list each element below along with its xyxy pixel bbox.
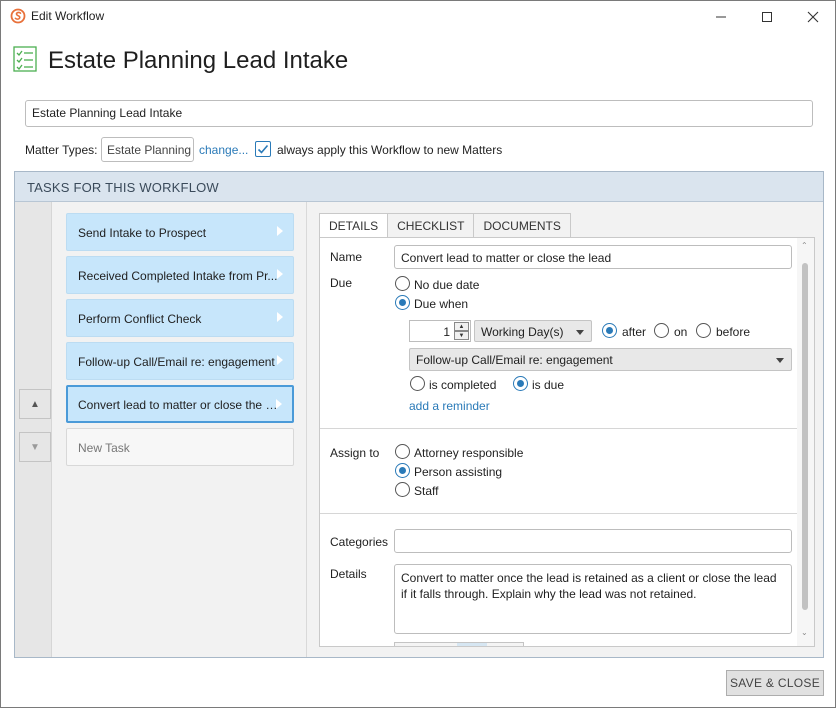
chevron-right-icon — [277, 226, 283, 236]
person-assisting-label: Person assisting — [414, 465, 503, 479]
close-icon — [807, 11, 819, 22]
matter-types-field: Estate Planning — [101, 137, 194, 162]
task-item[interactable]: Send Intake to Prospect — [66, 213, 294, 251]
reference-task-select[interactable]: Follow-up Call/Email re: engagement — [409, 348, 792, 371]
edit-workflow-window: Edit Workflow Estate Planning Lead Intak… — [0, 0, 836, 708]
chevron-right-icon — [276, 399, 282, 409]
checkmark-icon — [257, 144, 269, 154]
maximize-icon — [762, 11, 772, 22]
minimize-button[interactable] — [698, 1, 744, 32]
new-task-button[interactable]: New Task — [66, 428, 294, 466]
details-form: Name Convert lead to matter or close the… — [319, 237, 815, 647]
staff-label: Staff — [414, 484, 439, 498]
tab-documents[interactable]: DOCUMENTS — [473, 213, 571, 238]
after-radio[interactable] — [602, 323, 617, 338]
chevron-down-icon — [576, 330, 584, 335]
save-and-close-button[interactable]: SAVE & CLOSE — [726, 670, 824, 696]
on-radio[interactable] — [654, 323, 669, 338]
offset-value: 1 — [443, 325, 450, 339]
detail-tabs: DETAILS CHECKLIST DOCUMENTS — [319, 213, 571, 238]
details-label: Details — [330, 567, 367, 581]
details-textarea[interactable]: Convert to matter once the lead is retai… — [394, 564, 792, 634]
no-due-date-radio[interactable] — [395, 276, 410, 291]
section-divider — [320, 428, 798, 429]
window-title: Edit Workflow — [31, 9, 105, 23]
chevron-right-icon — [277, 269, 283, 279]
task-item[interactable]: Received Completed Intake from Pr... — [66, 256, 294, 294]
stepper-up-icon[interactable]: ▲ — [454, 322, 469, 331]
app-logo-icon — [10, 8, 26, 24]
maximize-button[interactable] — [744, 1, 790, 32]
before-label: before — [716, 325, 751, 339]
due-when-radio[interactable] — [395, 295, 410, 310]
staff-radio[interactable] — [395, 482, 410, 497]
task-label: Send Intake to Prospect — [78, 226, 207, 240]
categories-label: Categories — [330, 535, 389, 549]
scroll-down-icon[interactable]: ⌄ — [801, 628, 808, 637]
new-task-label: New Task — [78, 441, 130, 455]
triangle-up-icon: ▲ — [30, 398, 40, 410]
stepper-down-icon[interactable]: ▼ — [454, 331, 469, 340]
on-label: on — [674, 325, 688, 339]
person-assisting-radio[interactable] — [395, 463, 410, 478]
section-divider — [320, 513, 798, 514]
details-scrollbar[interactable]: ⌃ ⌄ — [797, 238, 814, 646]
time-unit-select[interactable]: Working Day(s) — [474, 320, 592, 342]
move-task-up-button[interactable]: ▲ — [19, 389, 51, 419]
always-apply-checkbox[interactable] — [255, 141, 271, 157]
is-due-label: is due — [532, 378, 565, 392]
close-button[interactable] — [790, 1, 836, 32]
reorder-column: ▲ ▼ — [15, 202, 52, 657]
tab-checklist[interactable]: CHECKLIST — [387, 213, 475, 238]
assign-to-label: Assign to — [330, 446, 380, 460]
tab-details[interactable]: DETAILS — [319, 213, 389, 238]
time-unit-value: Working Day(s) — [481, 325, 564, 339]
move-task-down-button[interactable]: ▼ — [19, 432, 51, 462]
before-radio[interactable] — [696, 323, 711, 338]
change-matter-types-link[interactable]: change... — [199, 143, 248, 157]
chevron-right-icon — [277, 312, 283, 322]
task-item[interactable]: Follow-up Call/Email re: engagement — [66, 342, 294, 380]
page-title: Estate Planning Lead Intake — [48, 47, 349, 74]
task-label: Perform Conflict Check — [78, 312, 202, 326]
name-label: Name — [330, 250, 363, 264]
after-label: after — [622, 325, 647, 339]
due-label: Due — [330, 276, 353, 290]
chevron-right-icon — [277, 355, 283, 365]
reference-task-value: Follow-up Call/Email re: engagement — [416, 353, 613, 367]
scroll-up-icon[interactable]: ⌃ — [801, 241, 808, 250]
due-when-label: Due when — [414, 297, 469, 311]
task-detail-area: DETAILS CHECKLIST DOCUMENTS Name Convert… — [306, 202, 823, 657]
always-apply-label: always apply this Workflow to new Matter… — [277, 143, 503, 157]
attorney-responsible-label: Attorney responsible — [414, 446, 524, 460]
matter-types-label: Matter Types: — [25, 143, 98, 157]
categories-input[interactable] — [394, 529, 792, 553]
tasks-header: TASKS FOR THIS WORKFLOW — [15, 172, 823, 202]
is-completed-label: is completed — [429, 378, 497, 392]
minimize-icon — [716, 16, 726, 17]
is-due-radio[interactable] — [513, 376, 528, 391]
no-due-date-label: No due date — [414, 278, 480, 292]
task-label: Follow-up Call/Email re: engagement — [78, 355, 275, 369]
task-list-area: ▲ ▼ Send Intake to Prospect Received Com… — [15, 202, 306, 657]
task-label: Received Completed Intake from Pr... — [78, 269, 278, 283]
title-bar: Edit Workflow — [1, 1, 835, 32]
attorney-responsible-radio[interactable] — [395, 444, 410, 459]
partial-toolbar — [394, 642, 524, 646]
tasks-panel: TASKS FOR THIS WORKFLOW ▲ ▼ Send Intake … — [14, 171, 824, 658]
checklist-icon — [13, 46, 37, 72]
task-name-input[interactable]: Convert lead to matter or close the lead — [394, 245, 792, 269]
triangle-down-icon: ▼ — [30, 441, 40, 453]
chevron-down-icon — [776, 358, 784, 363]
workflow-name-input[interactable]: Estate Planning Lead Intake — [25, 100, 813, 127]
scroll-thumb[interactable] — [802, 263, 808, 610]
task-item-selected[interactable]: Convert lead to matter or close the l... — [66, 385, 294, 423]
offset-stepper[interactable]: 1 ▲ ▼ — [409, 320, 471, 342]
is-completed-radio[interactable] — [410, 376, 425, 391]
add-reminder-link[interactable]: add a reminder — [409, 399, 490, 413]
task-label: Convert lead to matter or close the l... — [78, 398, 278, 412]
task-item[interactable]: Perform Conflict Check — [66, 299, 294, 337]
